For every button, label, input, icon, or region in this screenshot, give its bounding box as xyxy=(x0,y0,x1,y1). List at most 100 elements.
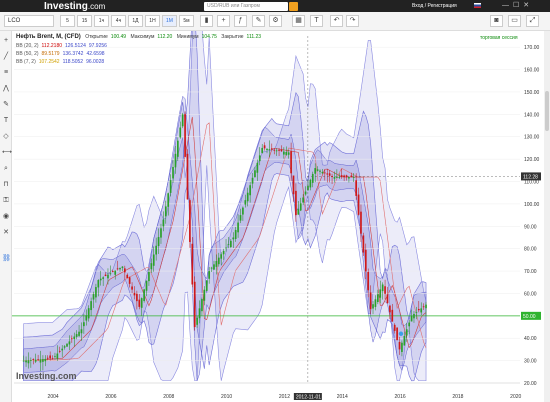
candle xyxy=(126,274,129,279)
indicator-label: BB (50, 2) xyxy=(16,51,39,57)
shapes-icon[interactable]: ◇ xyxy=(2,133,10,141)
login-link[interactable]: Вход / Регистрация xyxy=(412,2,457,10)
timeframe-button[interactable]: 5м xyxy=(179,15,194,27)
search-input[interactable]: USD/RUB или Газпром xyxy=(204,2,288,11)
top-header: Investing.com USD/RUB или Газпром Вход /… xyxy=(0,0,550,12)
low-label: Минимум xyxy=(176,34,199,40)
candle xyxy=(136,293,138,302)
site-logo[interactable]: Investing.com xyxy=(44,1,105,12)
candle xyxy=(32,358,35,360)
brush-icon[interactable]: ✎ xyxy=(2,101,10,109)
undo-icon[interactable]: ↶ xyxy=(330,15,343,27)
candle xyxy=(408,322,411,327)
y-tick-label: 100.00 xyxy=(524,202,540,208)
compare-icon[interactable]: + xyxy=(217,15,230,27)
candle xyxy=(374,299,377,307)
timeframe-button[interactable]: 1Н xyxy=(145,15,160,27)
candle xyxy=(285,152,288,155)
camera-icon[interactable]: ◙ xyxy=(490,15,503,27)
candle xyxy=(56,353,59,359)
candle xyxy=(410,315,413,322)
x-tick-label: 2006 xyxy=(105,394,116,400)
candle xyxy=(150,263,153,270)
timeframe-button[interactable]: 1Д xyxy=(128,15,143,27)
close-value: 111.23 xyxy=(246,34,262,40)
indicator-legend-row[interactable]: BB (20, 2) 112.2180 126.5124 97.9256 xyxy=(16,43,110,50)
candle xyxy=(333,177,336,179)
fullscreen-icon[interactable]: ⤢ xyxy=(526,15,539,27)
candle xyxy=(350,175,353,178)
fib-icon[interactable]: ≡ xyxy=(2,69,10,77)
magnet-icon[interactable]: ⊓ xyxy=(2,181,10,189)
candle xyxy=(222,250,225,255)
candle xyxy=(133,292,136,296)
candle xyxy=(256,162,259,173)
measure-icon[interactable]: ⟷ xyxy=(2,149,12,157)
candle xyxy=(102,277,104,279)
y-tick-label: 140.00 xyxy=(524,112,540,118)
candle xyxy=(230,240,232,247)
candle xyxy=(210,267,213,269)
candle xyxy=(95,287,97,298)
candle xyxy=(398,341,401,350)
candle xyxy=(290,151,292,174)
search-icon[interactable] xyxy=(289,2,298,11)
price-scrollbar[interactable] xyxy=(544,31,550,402)
pattern-icon[interactable]: ⋀ xyxy=(2,85,10,93)
timeframe-button[interactable]: 15 xyxy=(77,15,92,27)
settings-icon[interactable]: ⚙ xyxy=(269,15,282,27)
candle xyxy=(119,267,121,270)
save-icon[interactable]: ▭ xyxy=(508,15,521,27)
timeframe-button[interactable]: 1М xyxy=(162,15,177,27)
candle xyxy=(357,194,360,215)
crosshair-icon[interactable]: + xyxy=(2,37,10,45)
candle xyxy=(401,342,403,352)
candle xyxy=(109,273,112,275)
candle xyxy=(44,358,47,362)
indicators-icon[interactable]: ƒ xyxy=(234,15,247,27)
candle xyxy=(275,150,278,152)
candle xyxy=(295,190,297,216)
zoom-icon[interactable]: ⌕ xyxy=(2,165,10,173)
level-price-label: 50.00 xyxy=(523,314,536,320)
candle xyxy=(314,168,317,174)
marker-dot-icon[interactable] xyxy=(398,331,404,336)
candle xyxy=(49,355,51,359)
lock-icon[interactable]: ⚿ xyxy=(2,197,10,205)
scroll-thumb[interactable] xyxy=(545,91,549,131)
candle xyxy=(66,343,68,347)
trendline-icon[interactable]: ╱ xyxy=(2,53,10,61)
candle xyxy=(278,149,280,151)
timeframe-button[interactable]: 5 xyxy=(60,15,75,27)
candle xyxy=(280,149,283,152)
x-tick-label: 2012 xyxy=(279,394,290,400)
y-tick-label: 90.00 xyxy=(524,224,537,230)
candle xyxy=(51,358,54,360)
chart-type-icon[interactable]: ▮ xyxy=(200,15,213,27)
symbol-input[interactable]: LCO xyxy=(4,15,54,27)
window-controls[interactable]: —☐✕ xyxy=(502,1,533,11)
candle xyxy=(352,177,355,178)
text-tool-icon[interactable]: T xyxy=(2,117,10,125)
candle xyxy=(311,173,314,183)
candle xyxy=(386,294,389,304)
y-tick-label: 40.00 xyxy=(524,336,537,342)
drawing-icon[interactable]: ✎ xyxy=(252,15,265,27)
russia-flag-icon[interactable] xyxy=(474,3,481,8)
eye-icon[interactable]: ◉ xyxy=(2,213,10,221)
timeframe-button[interactable]: 4ч xyxy=(111,15,126,27)
candle xyxy=(172,166,174,179)
timeframe-button[interactable]: 1ч xyxy=(94,15,109,27)
candle xyxy=(164,206,167,217)
text-icon[interactable]: T xyxy=(310,15,323,27)
candle xyxy=(254,170,256,178)
price-chart[interactable]: 170.00160.00150.00140.00130.00120.00110.… xyxy=(12,31,550,402)
delete-icon[interactable]: ✕ xyxy=(2,229,10,237)
x-tick-label: 2014 xyxy=(337,394,348,400)
indicator-legend-row[interactable]: BB (7, 2) 107.2542 118.5052 96.0028 xyxy=(16,59,107,66)
layout-icon[interactable]: ▦ xyxy=(292,15,305,27)
y-tick-label: 150.00 xyxy=(524,90,540,96)
redo-icon[interactable]: ↷ xyxy=(346,15,359,27)
link-icon[interactable]: ⛓ xyxy=(2,255,11,263)
indicator-legend-row[interactable]: BB (50, 2) 89.5179 136.3742 42.6598 xyxy=(16,51,108,58)
